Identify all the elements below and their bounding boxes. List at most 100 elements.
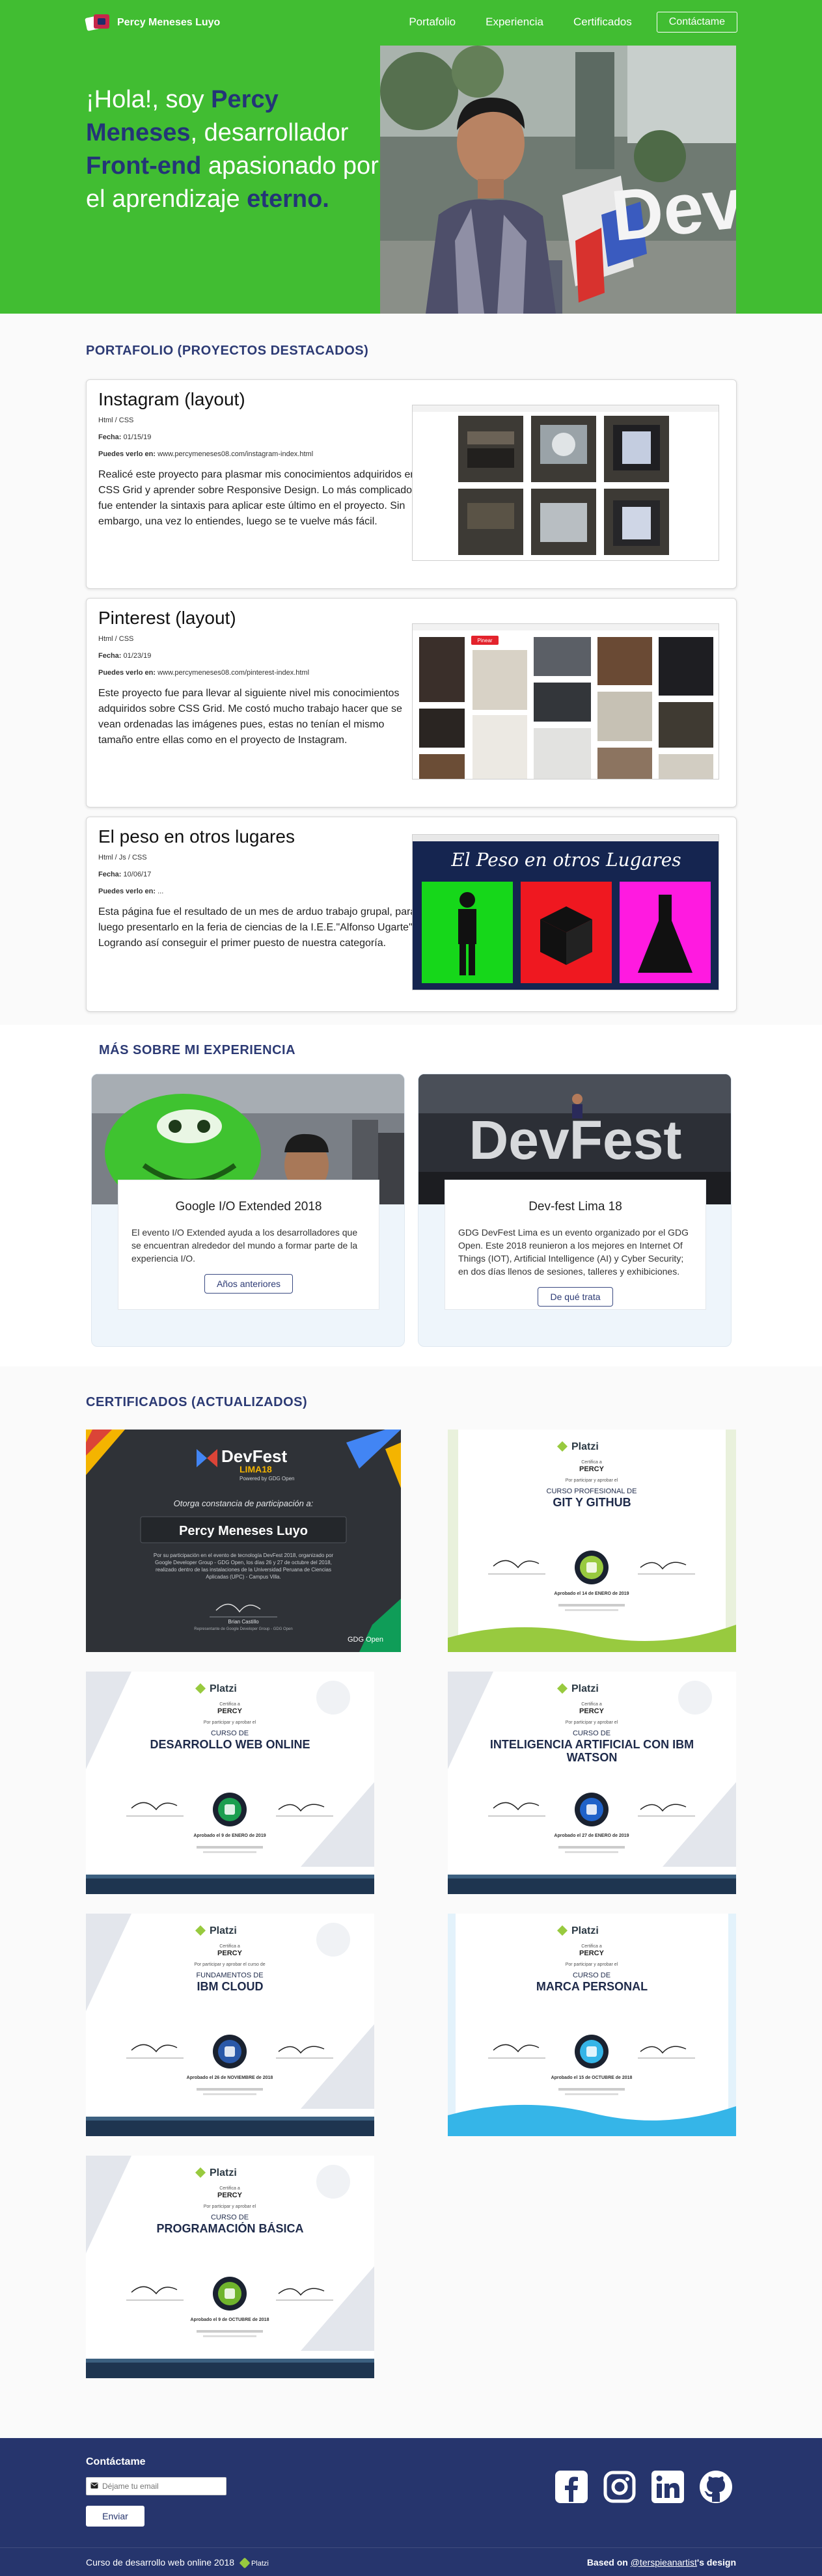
project-info: Instagram (layout) Html / CSS Fecha: 01/… [98,389,417,530]
certificates-section: CERTIFICADOS (ACTUALIZADOS) DevFest LIMA… [0,1366,822,2438]
devfest-cert-signer-role: Representante de Google Developer Group … [194,1627,292,1631]
experience-cards: Google I/O Extended 2018 El evento I/O E… [91,1074,822,1347]
project-screenshot[interactable]: El Peso en otros Lugares [412,834,719,990]
student-name: PERCY [217,2191,243,2199]
platzi-certificate[interactable]: Platzi Certifica a PERCY Por participar … [448,1914,736,2136]
course-prefix: CURSO DE [211,1729,249,1737]
date-label: Fecha: [98,871,122,878]
devfest-cert-brand: DevFest [221,1446,287,1466]
email-field-wrapper [86,2477,226,2495]
mail-icon [90,2480,98,2492]
course-name: GIT Y GITHUB [553,1496,631,1509]
project-link: Puedes verlo en: ... [98,888,417,895]
platzi-brand: Platzi [571,1441,599,1452]
certifica-label: Certifica a [219,2186,240,2191]
platzi-certificate[interactable]: Platzi Certifica a PERCY Por participar … [86,1914,374,2136]
course-date: Aprobado el 26 de NOVIEMBRE de 2018 [187,2076,273,2080]
nav-certificados[interactable]: Certificados [573,16,632,29]
course-date: Aprobado el 27 de ENERO de 2019 [554,1834,629,1838]
platzi-brand: Platzi [571,1683,599,1694]
link-label: Puedes verlo en: [98,669,156,677]
logo-icon [85,14,111,31]
course-name: DESARROLLO WEB ONLINE [150,1738,310,1751]
devfest-cert-edition: LIMA18 [240,1464,272,1474]
linkedin-icon[interactable] [650,2469,685,2504]
hero-greeting: ¡Hola!, soy Percy Meneses, desarrollador… [86,83,392,216]
github-icon[interactable] [698,2469,733,2504]
footer-course: Curso de desarrollo web online 2018 Plat… [86,2557,269,2569]
project-title: Pinterest (layout) [98,608,236,628]
project-screenshot[interactable] [412,405,719,561]
platzi-certificate[interactable]: Platzi Certifica a PERCY Por participar … [86,2156,374,2378]
instagram-icon[interactable] [602,2469,637,2504]
facebook-icon[interactable] [554,2469,589,2504]
date-label: Fecha: [98,433,122,441]
certifica-label: Certifica a [581,1460,602,1465]
project-tags: Html / CSS [98,416,134,424]
io-text: El evento I/O Extended ayuda a los desar… [131,1227,358,1264]
course-name: MARCA PERSONAL [536,1980,648,1993]
brand-logo[interactable]: Percy Meneses Luyo [85,14,220,31]
project-description: Esta página fue el resultado de un mes d… [98,906,417,949]
nav-experiencia[interactable]: Experiencia [486,16,543,29]
hero-role: Front-end [86,152,202,180]
student-name: PERCY [217,1707,243,1715]
date-label: Fecha: [98,652,122,660]
project-screenshot[interactable]: Pinear [412,623,719,780]
date-value: 10/06/17 [123,871,152,878]
platzi-certificate[interactable]: Platzi Certifica a PERCY Por participar … [448,1672,736,1894]
platzi-brand: Platzi [210,2167,237,2178]
about-button[interactable]: De qué trata [538,1287,613,1307]
experience-section: MÁS SOBRE MI EXPERIENCIA Google I/O Exte… [0,1025,822,1366]
student-name: PERCY [579,1949,605,1957]
certifica-label: Certifica a [581,1702,602,1707]
devfest-cert-org: GDG Open [348,1636,383,1644]
certificates-grid: DevFest LIMA18 Powered by GDG Open Otorg… [0,1430,822,2419]
nav-portafolio[interactable]: Portafolio [409,16,456,29]
project-description: Realicé este proyecto para plasmar mis c… [98,469,417,527]
course-prefix: CURSO DE [573,1729,610,1737]
project-tags: Html / Js / CSS [98,854,147,861]
top-bar: Percy Meneses Luyo Portafolio Experienci… [0,0,822,46]
devfest-content: Dev-fest Lima 18 GDG DevFest Lima es un … [445,1180,706,1310]
link-label: Puedes verlo en: [98,450,156,458]
designer-link[interactable]: @terspieanartist [631,2557,697,2568]
footer-bottom: Curso de desarrollo web online 2018 Plat… [0,2547,822,2576]
course-date: Aprobado el 9 de ENERO de 2019 [193,1834,266,1838]
experience-title: MÁS SOBRE MI EXPERIENCIA [99,1043,296,1057]
footer-contact-title: Contáctame [86,2456,146,2467]
devfest-certificate[interactable]: DevFest LIMA18 Powered by GDG Open Otorg… [86,1430,401,1652]
link-label: Puedes verlo en: [98,888,156,895]
date-value: 01/15/19 [123,433,152,441]
course-kind: Por participar y aprobar el [566,1478,618,1483]
project-url[interactable]: www.percymeneses08.com/instagram-index.h… [158,450,313,458]
experience-card-devfest: DevFest Dev-fest Lima 18 GDG DevFest Lim… [418,1074,732,1347]
hero-part2: , desarrollador [190,119,349,146]
course-name: PROGRAMACIÓN BÁSICA [156,2222,304,2235]
project-tags: Html / CSS [98,635,134,643]
project-date: Fecha: 01/15/19 [98,433,417,441]
io-content: Google I/O Extended 2018 El evento I/O E… [118,1180,379,1310]
hero-header: Percy Meneses Luyo Portafolio Experienci… [0,0,822,314]
main-nav: Portafolio Experiencia Certificados Cont… [379,12,737,33]
project-date: Fecha: 01/23/19 [98,652,417,660]
course-kind: Por participar y aprobar el [566,1962,618,1967]
previous-years-button[interactable]: Años anteriores [204,1274,294,1294]
email-input[interactable] [102,2482,219,2491]
pin-button-label: Pinear [477,638,492,644]
project-card-pinterest: Pinterest (layout) Html / CSS Fecha: 01/… [86,598,737,807]
project-url[interactable]: www.percymeneses08.com/pinterest-index.h… [158,669,309,677]
project-info: El peso en otros lugares Html / Js / CSS… [98,826,417,951]
contact-button[interactable]: Contáctame [656,12,737,33]
footer-credit: Based on @terspieanartist's design [587,2557,736,2568]
project-title: El peso en otros lugares [98,826,295,847]
project-url[interactable]: ... [158,888,163,895]
platzi-certificate[interactable]: Platzi Certifica a PERCY Por participar … [448,1430,736,1652]
platzi-footer-label: Platzi [251,2559,269,2568]
course-date: Aprobado el 14 de ENERO de 2019 [554,1592,629,1596]
course-date: Aprobado el 9 de OCTUBRE de 2018 [191,2318,269,2322]
hero-word: eterno. [247,185,329,213]
send-button[interactable]: Enviar [86,2506,144,2527]
devfest-cert-name: Percy Meneses Luyo [179,1524,308,1538]
platzi-certificate[interactable]: Platzi Certifica a PERCY Por participar … [86,1672,374,1894]
